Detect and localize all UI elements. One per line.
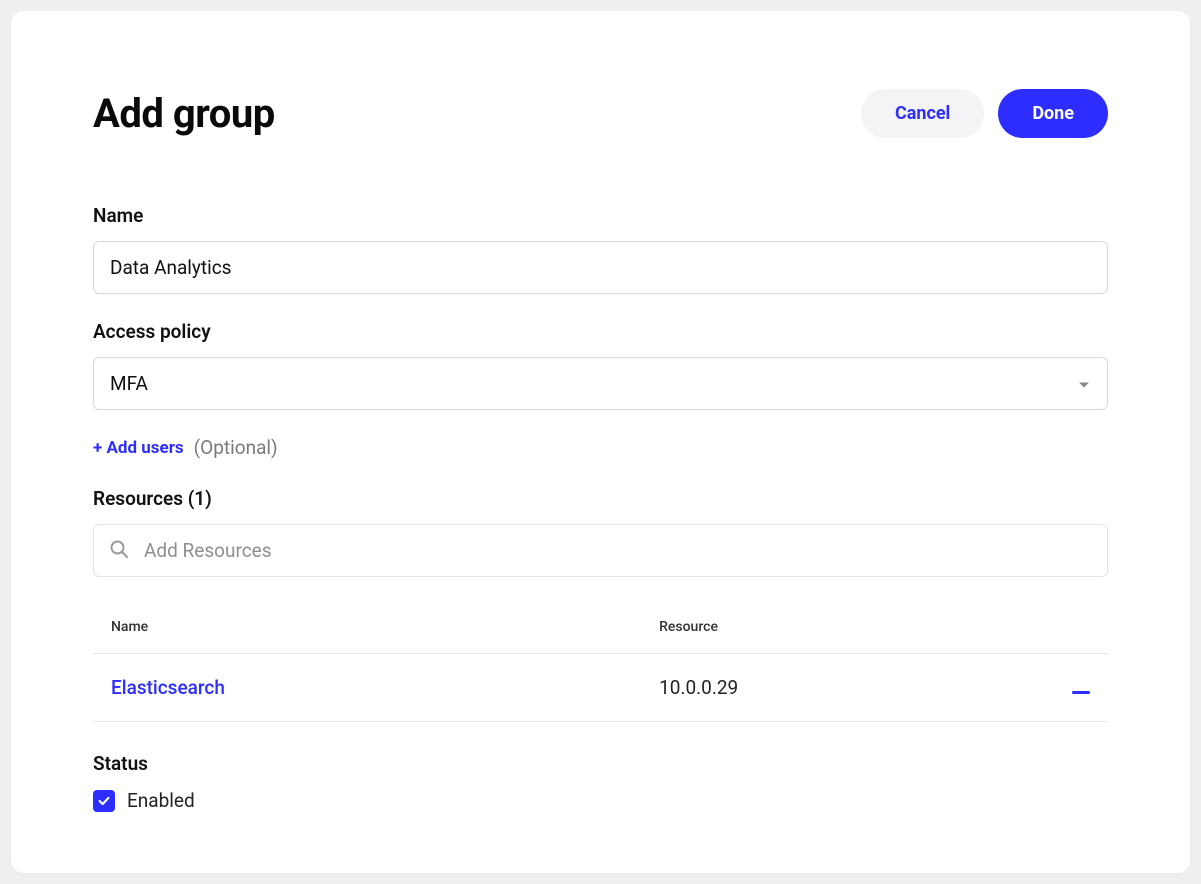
add-users-row: + Add users (Optional) <box>93 436 1108 459</box>
done-button[interactable]: Done <box>998 89 1108 138</box>
resources-search-wrap <box>93 524 1108 577</box>
status-label: Status <box>93 752 1108 775</box>
status-check-row: Enabled <box>93 789 1108 812</box>
table-header-resource: Resource <box>641 601 1047 654</box>
remove-resource-icon[interactable] <box>1072 691 1090 694</box>
cancel-button[interactable]: Cancel <box>861 89 984 138</box>
name-field-group: Name <box>93 204 1108 294</box>
resources-heading: Resources (1) <box>93 487 1108 510</box>
table-header-actions <box>1047 601 1108 654</box>
check-icon <box>97 794 111 808</box>
table-row: Elasticsearch 10.0.0.29 <box>93 654 1108 722</box>
add-group-panel: Add group Cancel Done Name Access policy… <box>11 11 1190 873</box>
table-header-name: Name <box>93 601 641 654</box>
name-input[interactable] <box>93 241 1108 294</box>
enabled-label: Enabled <box>127 789 195 812</box>
name-label: Name <box>93 204 1108 227</box>
access-policy-select[interactable] <box>93 357 1108 410</box>
search-icon <box>109 539 129 563</box>
add-users-link[interactable]: + Add users <box>93 438 184 458</box>
resource-address: 10.0.0.29 <box>659 676 738 699</box>
access-policy-select-wrap <box>93 357 1108 410</box>
resources-table: Name Resource Elasticsearch 10.0.0.29 <box>93 601 1108 722</box>
resources-search-input[interactable] <box>93 524 1108 577</box>
enabled-checkbox[interactable] <box>93 790 115 812</box>
access-policy-field-group: Access policy <box>93 320 1108 410</box>
page-title: Add group <box>93 90 275 137</box>
header-actions: Cancel Done <box>861 89 1108 138</box>
resource-name-link[interactable]: Elasticsearch <box>111 676 225 699</box>
header: Add group Cancel Done <box>93 89 1108 138</box>
add-users-optional: (Optional) <box>194 436 278 459</box>
status-block: Status Enabled <box>93 752 1108 812</box>
access-policy-label: Access policy <box>93 320 1108 343</box>
